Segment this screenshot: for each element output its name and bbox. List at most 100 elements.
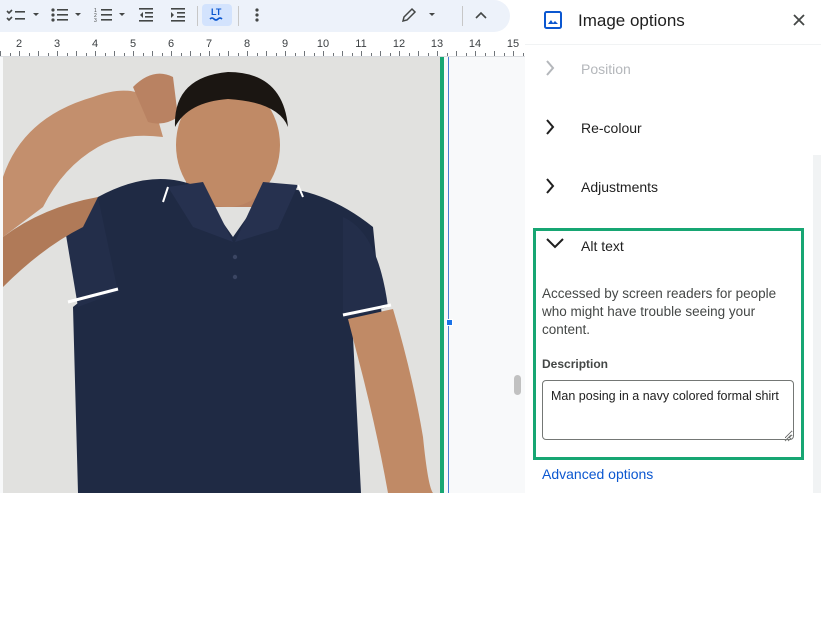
toolbar-divider	[238, 6, 239, 26]
man-in-navy-shirt-image	[3, 57, 440, 493]
ruler-tick	[19, 51, 20, 56]
ruler-tick	[200, 53, 201, 56]
horizontal-ruler[interactable]: 2 3 4 5 6 7 8 9 10 11 12 13 14 15	[0, 34, 525, 57]
section-adjustments[interactable]: Adjustments	[525, 167, 813, 207]
ruler-tick	[475, 51, 476, 56]
collapse-icon	[474, 10, 488, 20]
ruler-tick	[228, 51, 229, 56]
ruler-tick	[409, 53, 410, 56]
ruler-tick	[238, 53, 239, 56]
collapse-toolbar-button[interactable]	[470, 4, 492, 26]
chevron-down-icon[interactable]	[545, 236, 565, 255]
image-selection-border	[448, 57, 449, 493]
ruler-number: 13	[430, 38, 444, 50]
document-scrollbar-thumb[interactable]	[514, 375, 521, 395]
ruler-tick	[143, 53, 144, 56]
increase-indent-icon	[170, 7, 186, 23]
ruler-tick	[171, 51, 172, 56]
ruler-number: 2	[15, 38, 23, 50]
ruler-tick	[105, 53, 106, 56]
ruler-tick	[276, 53, 277, 56]
ruler-number: 9	[281, 38, 289, 50]
document-scrollbar[interactable]	[510, 57, 525, 493]
more-options-icon	[255, 7, 259, 23]
decrease-indent-button[interactable]	[136, 4, 156, 26]
ruler-tick	[342, 51, 343, 56]
ruler-number: 10	[316, 38, 330, 50]
checklist-icon	[5, 7, 39, 23]
section-position[interactable]: Position	[525, 49, 813, 89]
panel-scrollbar[interactable]	[813, 155, 821, 493]
image-selection-highlight	[440, 57, 444, 493]
numbered-list-button[interactable]: 123	[92, 4, 130, 26]
ruler-tick	[314, 53, 315, 56]
ruler-tick	[133, 51, 134, 56]
ruler-tick	[523, 53, 524, 56]
ruler-tick	[333, 53, 334, 56]
ruler-number: 8	[243, 38, 251, 50]
description-textarea[interactable]: Man posing in a navy colored formal shir…	[542, 380, 794, 440]
image-resize-handle[interactable]	[446, 319, 453, 326]
ruler-number: 6	[167, 38, 175, 50]
ruler-tick	[399, 51, 400, 56]
ruler-tick	[418, 51, 419, 56]
ruler-tick	[304, 51, 305, 56]
ruler-tick	[295, 53, 296, 56]
ruler-number: 3	[53, 38, 61, 50]
section-position-label: Position	[581, 61, 631, 77]
svg-text:LT: LT	[211, 7, 222, 17]
alt-text-help: Accessed by screen readers for people wh…	[542, 286, 777, 337]
ruler-number: 7	[205, 38, 213, 50]
ruler-tick	[29, 53, 30, 56]
close-icon	[793, 13, 805, 31]
formatting-toolbar: 123 LT	[0, 0, 510, 32]
close-button[interactable]	[789, 12, 809, 32]
toolbar-divider	[197, 6, 198, 26]
selected-image[interactable]	[3, 57, 440, 493]
ruler-tick	[285, 51, 286, 56]
clear-formatting-icon: LT	[208, 6, 226, 24]
ruler-tick	[456, 51, 457, 56]
clear-formatting-button[interactable]: LT	[202, 4, 232, 26]
resize-grip-icon[interactable]	[784, 429, 792, 447]
ruler-tick	[266, 51, 267, 56]
panel-title: Image options	[578, 11, 685, 30]
ruler-tick	[48, 53, 49, 56]
checklist-button[interactable]	[2, 4, 42, 26]
ruler-tick	[124, 53, 125, 56]
chevron-right-icon	[545, 59, 555, 82]
ruler-number: 12	[392, 38, 406, 50]
advanced-options-link[interactable]: Advanced options	[542, 466, 653, 482]
ruler-tick	[219, 53, 220, 56]
ruler-tick	[428, 53, 429, 56]
image-icon	[543, 10, 563, 35]
ruler-tick	[390, 53, 391, 56]
bulleted-list-button[interactable]	[48, 4, 86, 26]
ruler-tick	[361, 51, 362, 56]
alt-text-heading[interactable]: Alt text	[581, 238, 624, 254]
ruler-tick	[494, 51, 495, 56]
ruler-tick	[371, 53, 372, 56]
ruler-tick	[86, 53, 87, 56]
ruler-tick	[95, 51, 96, 56]
ruler-tick	[485, 53, 486, 56]
ruler-number: 11	[355, 38, 367, 50]
bulleted-list-icon	[49, 7, 85, 23]
ruler-tick	[162, 53, 163, 56]
ruler-tick	[181, 53, 182, 56]
ruler-tick	[513, 51, 514, 56]
ruler-tick	[323, 51, 324, 56]
increase-indent-button[interactable]	[168, 4, 188, 26]
ruler-tick	[152, 51, 153, 56]
ruler-tick	[257, 53, 258, 56]
chevron-right-icon	[545, 118, 555, 141]
ruler-tick	[67, 53, 68, 56]
ruler-tick	[190, 51, 191, 56]
section-adjustments-label: Adjustments	[581, 179, 659, 195]
ruler-tick	[0, 51, 1, 56]
ruler-tick	[209, 51, 210, 56]
edit-mode-button[interactable]	[398, 4, 440, 26]
more-options-button[interactable]	[247, 4, 267, 26]
numbered-list-icon: 123	[93, 7, 129, 23]
section-recolour[interactable]: Re-colour	[525, 108, 813, 148]
